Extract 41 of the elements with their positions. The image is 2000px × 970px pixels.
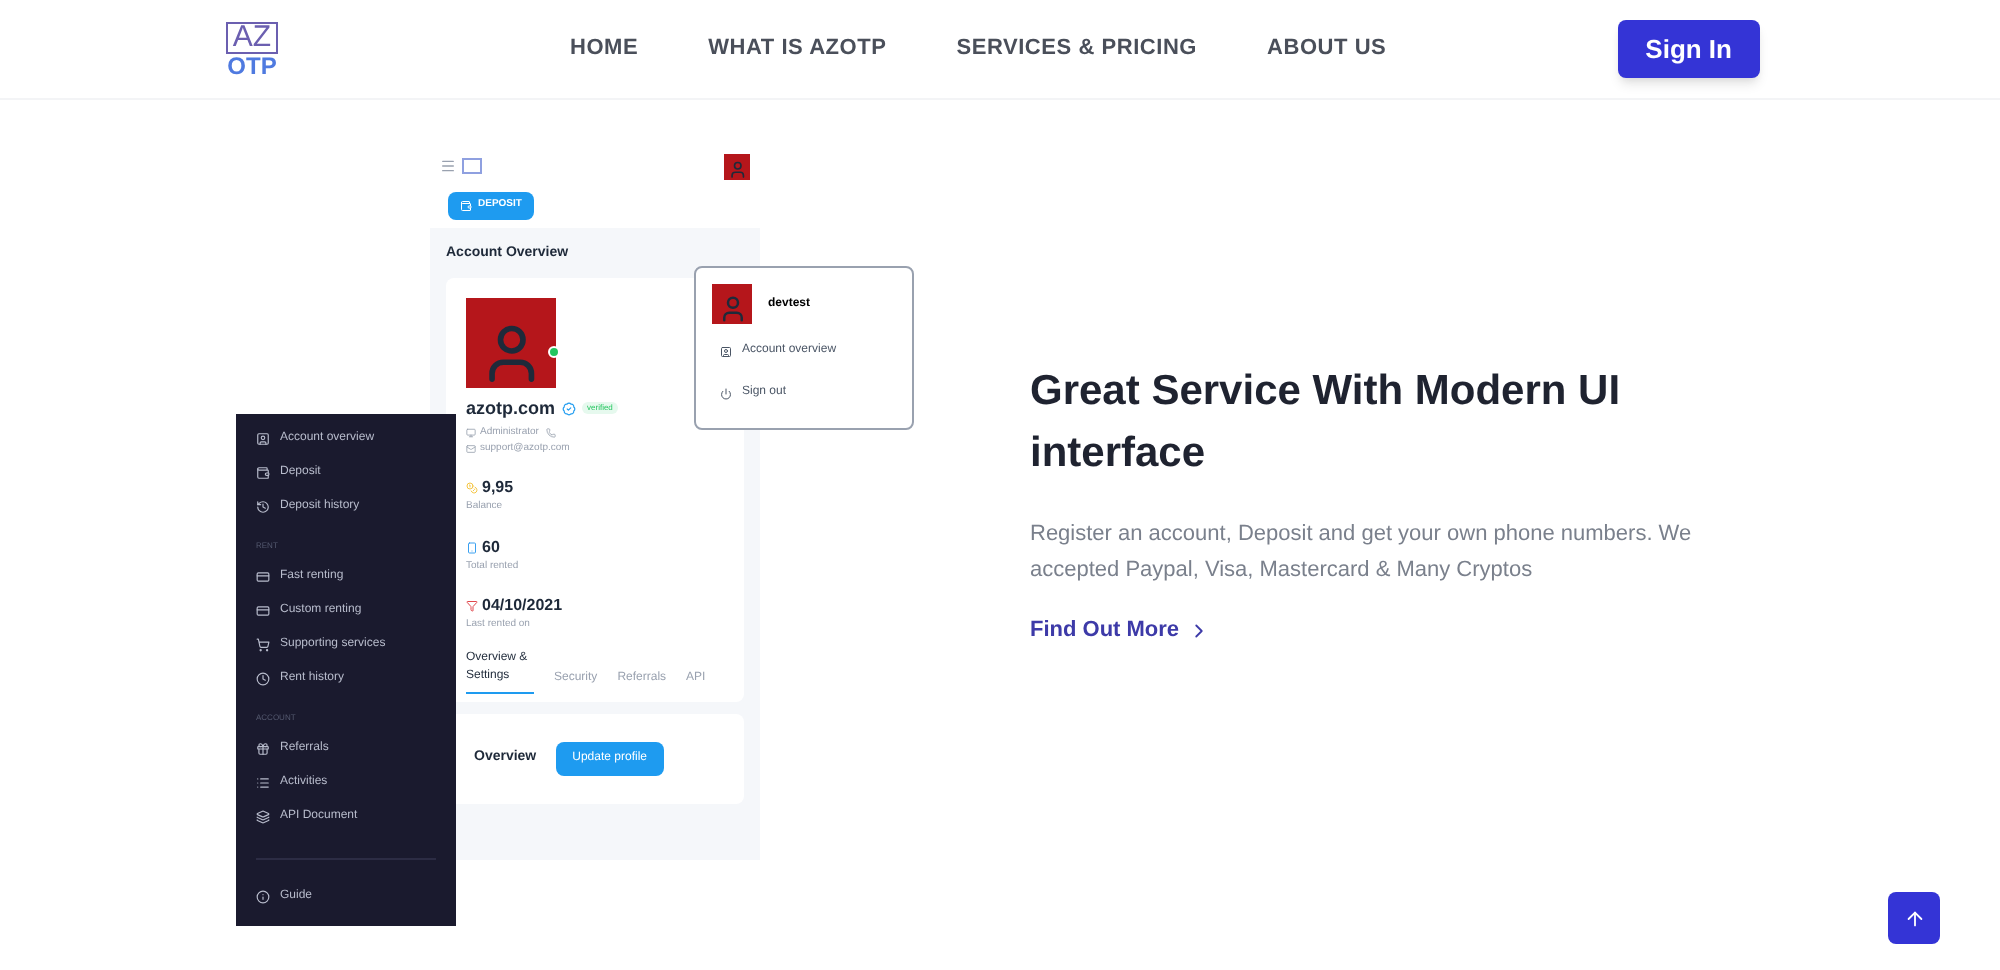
avatar-image <box>712 284 752 324</box>
scroll-to-top-button[interactable] <box>1888 892 1940 944</box>
list-icon <box>256 776 270 790</box>
profile-name: azotp.com <box>466 395 556 422</box>
nav-link[interactable]: WHAT IS AZOTP <box>708 32 887 66</box>
sign-in-button[interactable]: Sign In <box>1617 20 1760 78</box>
user-icon <box>256 432 270 446</box>
info-icon <box>256 890 270 904</box>
clock-icon <box>256 672 270 686</box>
stat-value: 9,95 <box>482 476 514 500</box>
hero-description: Register an account, Deposit and get your own phone numbers. We accepted Paypal, Visa, Mastercard & Many Cryptos <box>1030 520 1694 586</box>
phone-icon <box>546 428 557 439</box>
user-icon <box>720 345 732 357</box>
avatar-image <box>724 153 750 179</box>
verified-icon <box>561 401 576 416</box>
monitor-icon <box>466 428 476 439</box>
card-icon <box>256 604 270 618</box>
cart-icon <box>256 638 270 652</box>
logo-icon <box>462 158 482 174</box>
logo[interactable]: AZ OTP <box>222 21 282 77</box>
arrow-up-icon <box>1903 907 1925 929</box>
find-out-more-link[interactable]: Find Out More <box>1030 614 1720 647</box>
power-icon <box>720 387 732 399</box>
gift-icon <box>256 742 270 756</box>
profile-photo-placeholder <box>466 297 556 387</box>
hero-title: Great Service With Modern UI interface <box>1030 366 1623 480</box>
mail-icon <box>466 443 476 454</box>
wallet-icon <box>460 200 472 212</box>
wallet-icon <box>256 466 270 480</box>
nav-link[interactable]: SERVICES & PRICING <box>956 32 1198 66</box>
nav-link[interactable]: ABOUT US <box>1267 32 1387 66</box>
layers-icon <box>256 810 270 824</box>
coin-icon <box>466 482 478 494</box>
stat-value: 60 <box>482 535 500 559</box>
menu-icon[interactable] <box>440 158 456 174</box>
card-icon <box>256 570 270 584</box>
history-icon <box>256 500 270 514</box>
phone-icon <box>466 541 478 553</box>
filter-icon <box>466 600 478 612</box>
stat-value: 04/10/2021 <box>482 594 563 618</box>
nav-link[interactable]: HOME <box>570 32 639 66</box>
